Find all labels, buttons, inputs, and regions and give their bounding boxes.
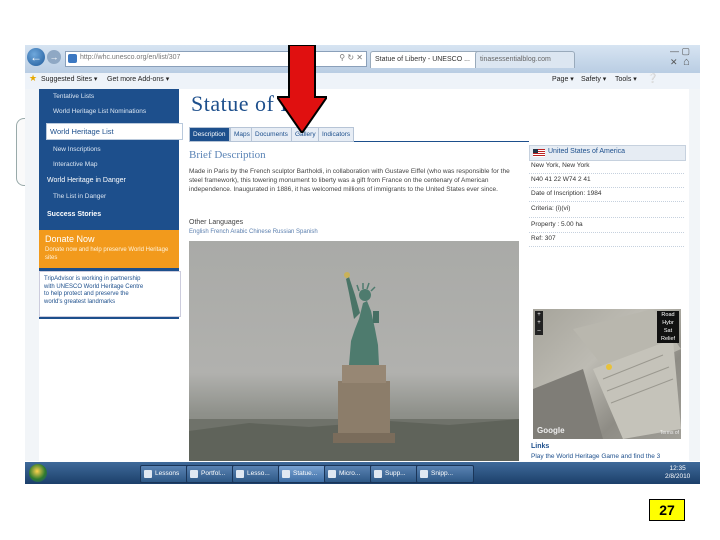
suggested-sites-link[interactable]: Suggested Sites ▾ bbox=[41, 75, 97, 83]
site-infobox: United States of America New York, New Y… bbox=[529, 145, 686, 461]
game-link[interactable]: Play the World Heritage Game and find th… bbox=[531, 453, 660, 460]
browser-window: ← → http://whc.unesco.org/en/list/307 ⚲ … bbox=[25, 45, 700, 465]
get-add-ons-link[interactable]: Get more Add-ons ▾ bbox=[107, 75, 169, 83]
statue-of-liberty-image bbox=[189, 272, 519, 461]
statue-photo bbox=[189, 241, 519, 461]
site-favicon-icon bbox=[68, 54, 77, 63]
address-text[interactable]: http://whc.unesco.org/en/list/307 bbox=[80, 54, 180, 61]
back-arrow-icon[interactable]: ← bbox=[27, 48, 45, 66]
language-links[interactable]: English French Arabic Chinese Russian Sp… bbox=[189, 229, 318, 235]
map-brand: Google bbox=[537, 426, 565, 435]
help-icon[interactable]: ❔ bbox=[647, 73, 658, 84]
divider bbox=[529, 173, 684, 174]
divider bbox=[529, 201, 684, 202]
donate-title: Donate Now bbox=[45, 234, 95, 244]
tab-statue-of-liberty[interactable]: Statue of Liberty - UNESCO ... bbox=[370, 51, 480, 68]
divider bbox=[529, 217, 684, 218]
sidebar-item-success-stories[interactable]: Success Stories bbox=[47, 211, 101, 218]
map-type-relief[interactable]: Relief bbox=[657, 335, 679, 343]
sidebar-item-interactive-map[interactable]: Interactive Map bbox=[53, 161, 97, 168]
zoom-step-icon[interactable]: + bbox=[535, 319, 543, 327]
criteria: Criteria: (i)(vi) bbox=[531, 205, 571, 212]
red-down-arrow-icon bbox=[277, 45, 327, 133]
location: New York, New York bbox=[531, 162, 590, 169]
map-terms-link[interactable]: Terms of bbox=[660, 430, 679, 436]
tab-description[interactable]: Description bbox=[189, 127, 230, 142]
sidebar-item-world-heritage-list[interactable]: World Heritage List bbox=[46, 123, 183, 140]
page-tabs: Description Maps Documents Gallery Indic… bbox=[189, 127, 529, 142]
donate-box[interactable]: Donate Now Donate now and help preserve … bbox=[39, 230, 179, 268]
section-heading: Brief Description bbox=[189, 149, 266, 161]
tools-menu[interactable]: Tools ▾ bbox=[615, 75, 637, 83]
sidebar-item-nominations[interactable]: World Heritage List Nominations bbox=[53, 108, 146, 115]
search-icon[interactable]: ⚲ ↻ ✕ bbox=[339, 53, 363, 62]
browser-titlebar: ← → http://whc.unesco.org/en/list/307 ⚲ … bbox=[25, 45, 700, 73]
coordinates: N40 41 22 W74 2 41 bbox=[531, 176, 591, 183]
home-icon[interactable]: ⌂ bbox=[683, 56, 690, 68]
map-type-road[interactable]: Road bbox=[657, 311, 679, 319]
sidebar-item-tentative-lists[interactable]: Tentative Lists bbox=[53, 93, 94, 100]
country-name[interactable]: United States of America bbox=[548, 148, 625, 155]
inscription-date: Date of Inscription: 1984 bbox=[531, 190, 602, 197]
divider bbox=[529, 187, 684, 188]
other-languages-heading: Other Languages bbox=[189, 219, 244, 226]
windows-taskbar: Lessons Portfol... Lesso... Statue... Mi… bbox=[25, 462, 700, 484]
tripadvisor-text: TripAdvisor is working in partnership wi… bbox=[44, 276, 144, 305]
divider bbox=[529, 232, 684, 233]
tripadvisor-box[interactable]: TripAdvisor is working in partnership wi… bbox=[39, 271, 181, 317]
zoom-out-icon[interactable]: – bbox=[535, 327, 543, 335]
star-icon[interactable]: ★ bbox=[29, 73, 37, 84]
safety-menu[interactable]: Safety ▾ bbox=[581, 75, 606, 83]
links-heading: Links bbox=[531, 443, 550, 450]
sidebar-item-label: World Heritage List bbox=[50, 127, 114, 136]
us-flag-icon bbox=[533, 149, 545, 157]
reference-number: Ref: 307 bbox=[531, 235, 556, 242]
tab-blog[interactable]: tinasessentialblog.com bbox=[475, 51, 575, 68]
map-type-satellite[interactable]: Sat bbox=[657, 327, 679, 335]
map-type-selector[interactable]: Road Hybr Sat Relief bbox=[657, 311, 679, 343]
donate-text: Donate now and help preserve World Herit… bbox=[45, 247, 169, 261]
sidebar-item-in-danger[interactable]: World Heritage in Danger bbox=[47, 177, 126, 184]
sidebar-item-new-inscriptions[interactable]: New Inscriptions bbox=[53, 146, 101, 153]
map-type-hybrid[interactable]: Hybr bbox=[657, 319, 679, 327]
clock-date: 2/8/2010 bbox=[665, 473, 691, 480]
taskbar-item-snipping[interactable]: Snipp... bbox=[416, 465, 474, 483]
favorites-bar: ★ Suggested Sites ▾ Get more Add-ons ▾ P… bbox=[25, 73, 700, 90]
zoom-in-icon[interactable]: + bbox=[535, 311, 543, 319]
forward-arrow-icon[interactable]: → bbox=[47, 50, 61, 64]
start-button[interactable] bbox=[29, 464, 47, 482]
slide-number: 27 bbox=[649, 499, 685, 521]
system-clock[interactable]: 12:35 2/8/2010 bbox=[665, 465, 690, 481]
web-page: Tentative Lists World Heritage List Nomi… bbox=[25, 89, 700, 461]
clock-time: 12:35 bbox=[669, 465, 686, 472]
divider bbox=[529, 246, 684, 247]
satellite-map[interactable]: + + – Road Hybr Sat Relief Google Terms … bbox=[533, 309, 681, 439]
property-size: Property : 5.00 ha bbox=[531, 221, 583, 228]
map-zoom-controls[interactable]: + + – bbox=[535, 311, 543, 335]
description-text: Made in Paris by the French sculptor Bar… bbox=[189, 168, 510, 193]
country-header: United States of America bbox=[529, 145, 686, 161]
sidebar-item-list-in-danger[interactable]: The List in Danger bbox=[53, 193, 106, 200]
page-content: Tentative Lists World Heritage List Nomi… bbox=[39, 89, 689, 461]
page-menu[interactable]: Page ▾ bbox=[552, 75, 574, 83]
